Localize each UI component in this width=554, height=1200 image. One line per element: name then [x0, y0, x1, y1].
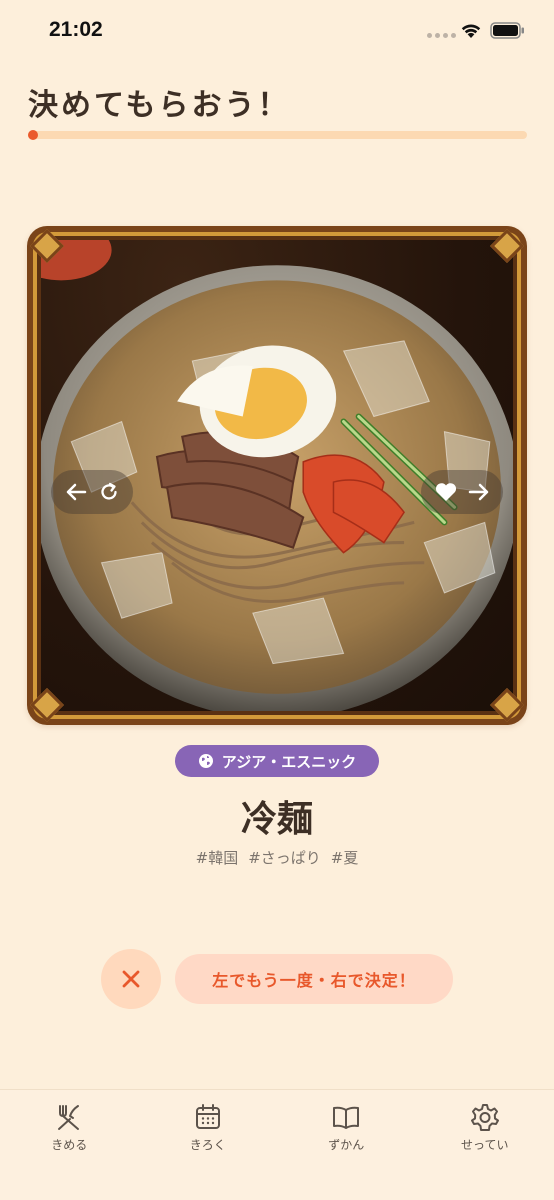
fork-knife-icon — [58, 1105, 80, 1130]
dish-name: 冷麺 — [240, 799, 313, 840]
tab-kimeru[interactable]: きめる — [0, 1090, 139, 1200]
tag: #韓国 — [195, 849, 239, 867]
status-bar: 21:02 — [0, 0, 554, 62]
tab-bar: きめる きろく ずかん せってい — [0, 1089, 554, 1200]
arrow-right-icon — [468, 483, 489, 501]
dish-photo-card[interactable] — [27, 226, 527, 725]
progress-bar — [28, 130, 527, 140]
tab-kiroku[interactable]: きろく — [139, 1090, 278, 1200]
tag: #さっぱり — [248, 849, 321, 867]
retry-swipe-indicator[interactable] — [51, 470, 133, 514]
refresh-icon — [100, 482, 117, 500]
wifi-icon — [461, 24, 481, 38]
arrow-left-icon — [66, 483, 86, 501]
gear-icon — [470, 1104, 499, 1131]
signal-icon — [427, 33, 456, 38]
tab-zukan[interactable]: ずかん — [277, 1090, 416, 1200]
swipe-hint: 左でもう一度・右で決定！ — [175, 954, 453, 1004]
decide-swipe-indicator[interactable] — [421, 470, 503, 514]
tab-settei[interactable]: せってい — [416, 1090, 554, 1200]
book-icon — [333, 1106, 360, 1129]
tab-label: きめる — [51, 1138, 88, 1152]
page-title: 決めてもらおう！ — [28, 88, 291, 123]
dish-tags: #韓国 #さっぱり #夏 — [0, 847, 554, 868]
reject-button[interactable] — [101, 949, 161, 1009]
category-badge: アジア・エスニック — [175, 745, 379, 777]
battery-icon — [490, 22, 524, 39]
status-time: 21:02 — [49, 18, 103, 41]
dish-photo — [41, 240, 513, 711]
progress-fill — [28, 130, 38, 140]
tab-label: ずかん — [328, 1138, 365, 1152]
tag: #夏 — [330, 849, 359, 867]
globe-icon — [198, 754, 213, 768]
tab-label: きろく — [189, 1138, 226, 1152]
category-label: アジア・エスニック — [221, 752, 357, 771]
tab-label: せってい — [461, 1138, 509, 1152]
close-icon — [122, 970, 140, 988]
calendar-icon — [195, 1104, 220, 1129]
heart-icon — [435, 483, 457, 501]
